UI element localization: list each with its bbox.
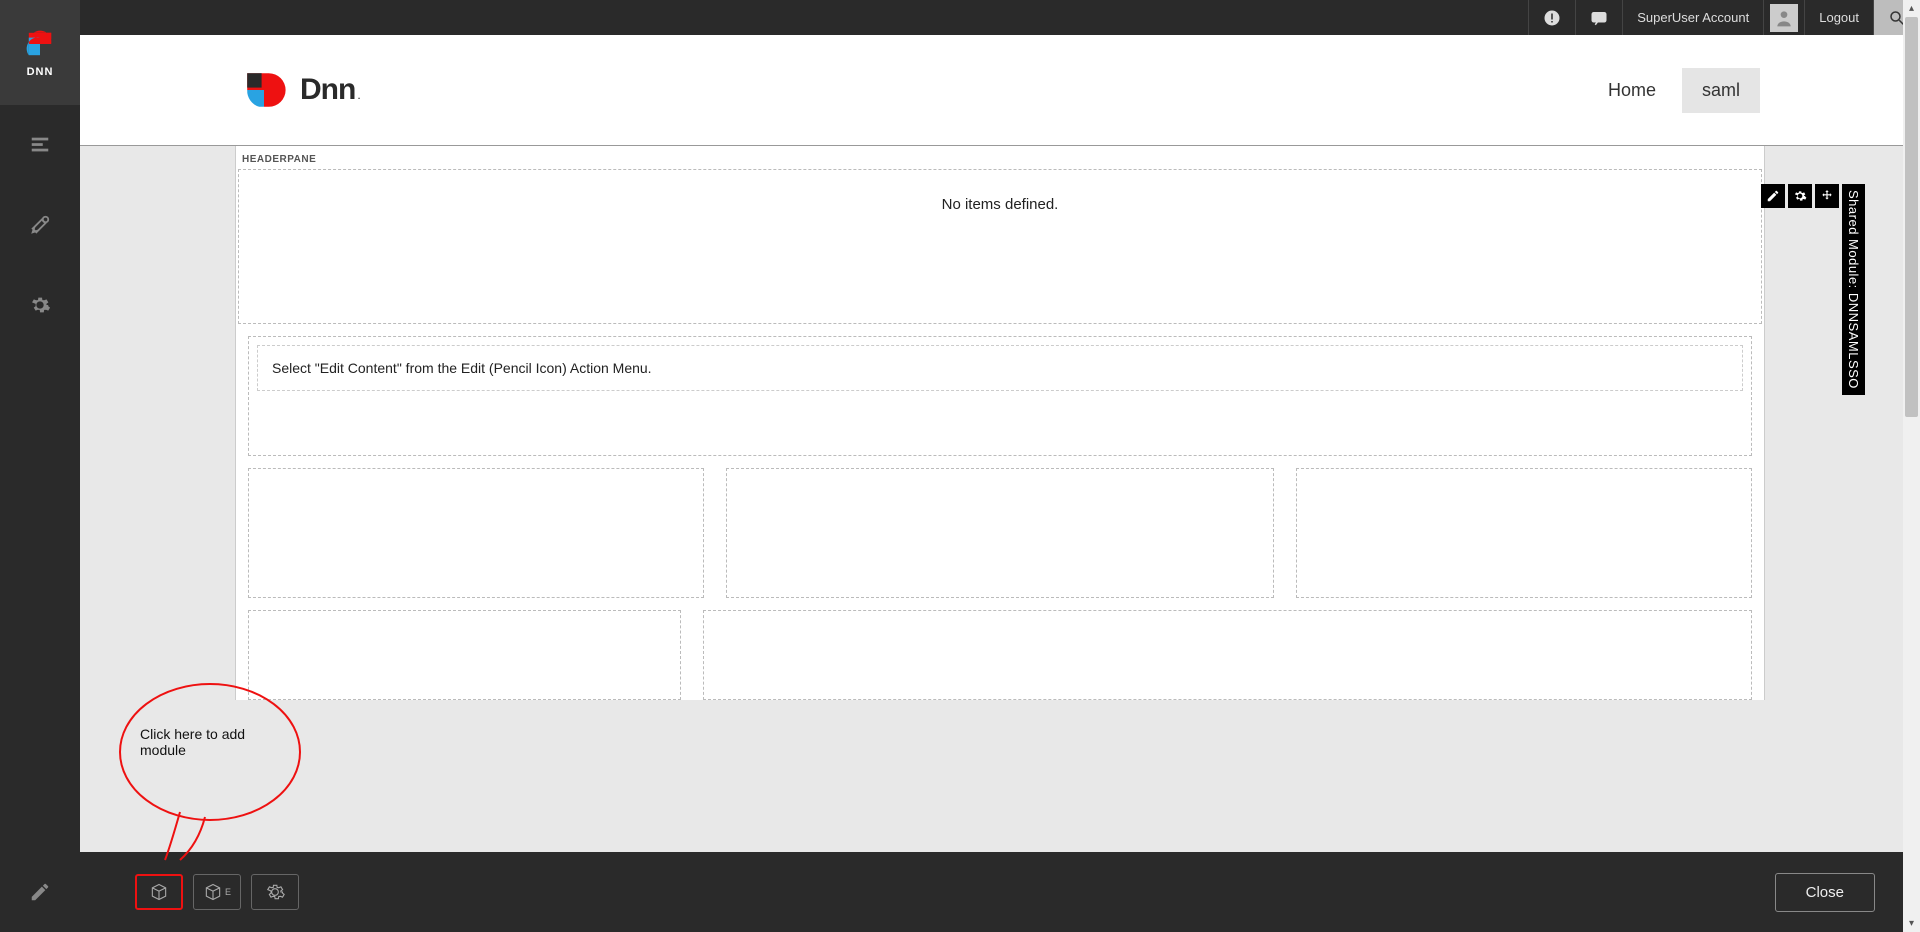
site-nav: Home saml xyxy=(1588,68,1760,113)
avatar-icon xyxy=(1770,4,1798,32)
site-logo[interactable]: Dnn . xyxy=(240,66,361,114)
user-account-link[interactable]: SuperUser Account xyxy=(1622,0,1763,35)
persona-bar: DNN xyxy=(0,0,80,932)
persona-settings-icon[interactable] xyxy=(0,265,80,345)
messages-icon[interactable] xyxy=(1575,0,1622,35)
vertical-scrollbar[interactable]: ▴ ▾ xyxy=(1903,0,1920,932)
shared-module-tag: Shared Module: DNNSAMLSSO xyxy=(1842,184,1865,395)
centerpane xyxy=(726,468,1273,598)
content-inner: HEADERPANE No items defined. Shared Modu… xyxy=(235,146,1765,700)
contentpane: Select "Edit Content" from the Edit (Pen… xyxy=(248,336,1752,456)
nav-saml[interactable]: saml xyxy=(1682,68,1760,113)
edit-content-hint: Select "Edit Content" from the Edit (Pen… xyxy=(257,345,1743,391)
user-avatar[interactable] xyxy=(1763,0,1804,35)
mainpane xyxy=(703,610,1752,700)
persona-edit-icon[interactable] xyxy=(0,852,80,932)
module-icon xyxy=(149,882,169,902)
module-move-button[interactable] xyxy=(1815,184,1839,208)
nav-home[interactable]: Home xyxy=(1588,68,1676,113)
site-header: Dnn . Home saml xyxy=(80,35,1920,145)
module-e-icon xyxy=(203,882,223,902)
module-edit-button[interactable] xyxy=(1761,184,1785,208)
two-col-row xyxy=(248,610,1752,700)
module-actions: Shared Module: DNNSAMLSSO xyxy=(1761,184,1865,395)
sidebarpane xyxy=(248,610,681,700)
site-logo-icon xyxy=(240,66,288,114)
persona-logo[interactable]: DNN xyxy=(0,0,80,105)
site-logo-tm: . xyxy=(357,88,360,102)
add-module-button[interactable] xyxy=(135,874,183,910)
bottom-bar: E Close xyxy=(80,852,1920,932)
scroll-down-arrow[interactable]: ▾ xyxy=(1903,915,1920,932)
scroll-thumb[interactable] xyxy=(1905,17,1918,417)
persona-content-icon[interactable] xyxy=(0,105,80,185)
persona-tools-icon[interactable] xyxy=(0,185,80,265)
dnn-logo-icon xyxy=(24,28,56,60)
no-items-text: No items defined. xyxy=(239,170,1761,213)
scroll-up-arrow[interactable]: ▴ xyxy=(1903,0,1920,17)
close-button[interactable]: Close xyxy=(1775,873,1875,912)
bottom-left-group: E xyxy=(135,874,299,910)
rightpane xyxy=(1296,468,1752,598)
module-settings-button[interactable] xyxy=(1788,184,1812,208)
logout-label: Logout xyxy=(1819,10,1859,25)
headerpane: No items defined. Shared Module: DNNSAML… xyxy=(238,169,1762,324)
module-e-sublabel: E xyxy=(225,887,231,897)
add-existing-module-button[interactable]: E xyxy=(193,874,241,910)
leftpane xyxy=(248,468,704,598)
persona-logo-text: DNN xyxy=(27,66,54,78)
logout-link[interactable]: Logout xyxy=(1804,0,1873,35)
headerpane-label: HEADERPANE xyxy=(236,146,1764,167)
page-settings-button[interactable] xyxy=(251,874,299,910)
user-account-label: SuperUser Account xyxy=(1637,10,1749,25)
three-col-row xyxy=(248,468,1752,598)
gear-icon xyxy=(265,882,285,902)
notifications-icon[interactable] xyxy=(1528,0,1575,35)
site-logo-text: Dnn xyxy=(300,73,355,107)
content-area: HEADERPANE No items defined. Shared Modu… xyxy=(80,145,1920,852)
top-bar: SuperUser Account Logout xyxy=(80,0,1920,35)
